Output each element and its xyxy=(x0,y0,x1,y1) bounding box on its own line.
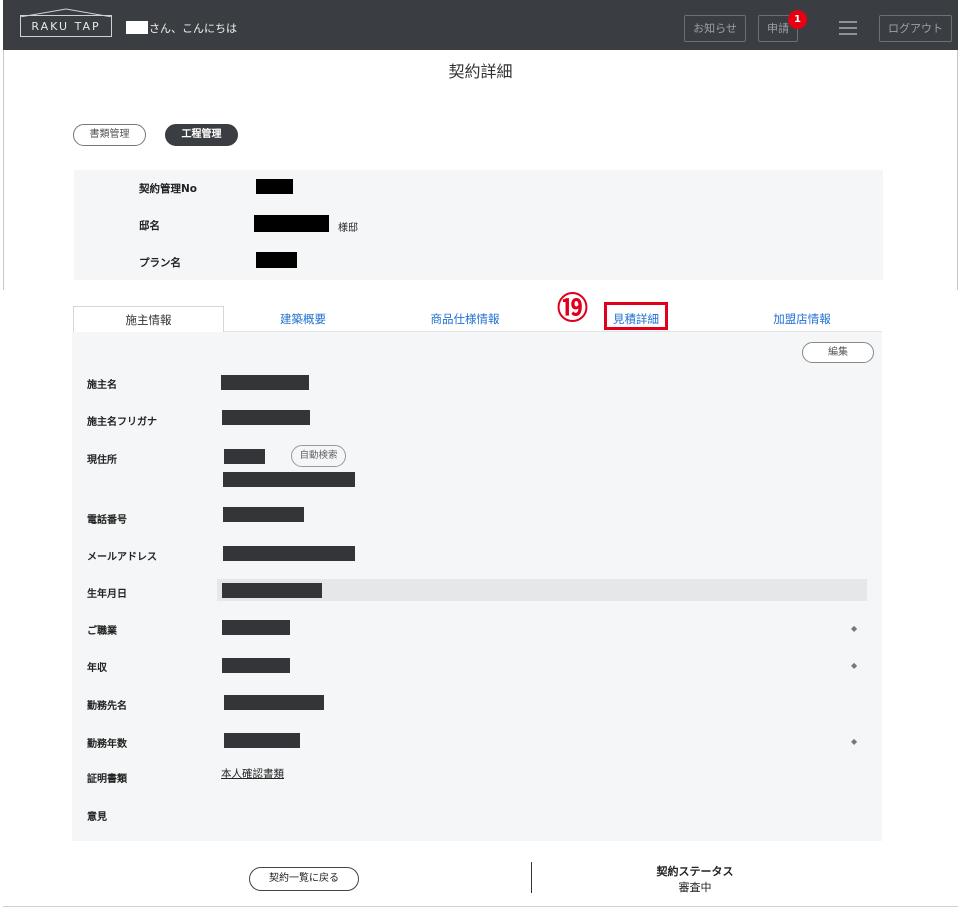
annotation-number: ⑲ xyxy=(557,291,588,327)
plan-name-label: プラン名 xyxy=(139,257,181,269)
tab-member-store[interactable]: 加盟店情報 xyxy=(727,306,877,332)
redacted-annual-income[interactable] xyxy=(222,658,290,673)
field-label: 生年月日 xyxy=(87,589,127,600)
select-arrow-icon[interactable]: ◆ xyxy=(851,661,857,670)
field-label: ご職業 xyxy=(87,626,117,637)
contract-status-value: 審査中 xyxy=(678,881,712,894)
greeting-text: さん、こんにちは xyxy=(149,22,237,35)
redacted-owner-name xyxy=(221,375,309,390)
redacted-user-name xyxy=(126,21,148,34)
documents-management-button[interactable]: 書類管理 xyxy=(73,124,146,146)
id-document-link[interactable]: 本人確認書類 xyxy=(221,766,284,781)
redacted-email xyxy=(223,546,355,561)
redacted-postal-code xyxy=(224,449,265,464)
redacted-house-name xyxy=(254,215,329,232)
redacted-employer xyxy=(224,695,324,710)
redacted-address xyxy=(223,472,355,487)
house-name-label: 邸名 xyxy=(139,220,160,232)
redacted-phone xyxy=(223,507,304,522)
field-label: 勤務年数 xyxy=(87,739,127,750)
contract-summary: 契約管理No 邸名 様邸 プラン名 xyxy=(74,170,883,280)
field-label: 証明書類 xyxy=(87,774,127,785)
back-to-contract-list-button[interactable]: 契約一覧に戻る xyxy=(249,867,359,891)
field-label: 施主名フリガナ xyxy=(87,417,157,428)
field-label: 意見 xyxy=(87,812,107,823)
field-label: メールアドレス xyxy=(87,552,157,563)
frame-border-bottom xyxy=(3,906,958,907)
tab-building-overview[interactable]: 建築概要 xyxy=(228,306,378,332)
field-label: 年収 xyxy=(87,663,107,674)
field-label: 施主名 xyxy=(87,380,117,391)
honorific-suffix: 様邸 xyxy=(338,223,358,234)
top-bar: RAKU TAP さん、こんにちは お知らせ 申請 ログアウト xyxy=(3,0,958,50)
redacted-owner-kana xyxy=(222,410,310,425)
hamburger-icon[interactable] xyxy=(839,21,857,35)
edit-button[interactable]: 編集 xyxy=(802,342,874,363)
logo-roof-icon xyxy=(20,8,112,17)
redacted-occupation[interactable] xyxy=(222,620,290,635)
redacted-years-employed[interactable] xyxy=(224,733,300,748)
tab-product-specs[interactable]: 商品仕様情報 xyxy=(390,306,540,332)
contract-status-title: 契約ステータス xyxy=(656,865,734,878)
apply-badge: 1 xyxy=(788,10,807,29)
process-management-button[interactable]: 工程管理 xyxy=(165,124,238,146)
frame-border-left xyxy=(3,50,4,290)
redacted-contract-no xyxy=(256,179,293,194)
field-label: 現住所 xyxy=(87,455,117,466)
select-arrow-icon[interactable]: ◆ xyxy=(851,737,857,746)
raku-tap-logo[interactable]: RAKU TAP xyxy=(20,8,112,37)
field-label: 勤務先名 xyxy=(87,701,127,712)
field-label: 電話番号 xyxy=(87,515,127,526)
logo-text: RAKU TAP xyxy=(31,20,101,33)
contract-no-label: 契約管理No xyxy=(139,183,198,195)
frame-border-right xyxy=(957,50,958,290)
owner-info-panel: 編集 施主名 施主名フリガナ 現住所 自動検索 電話番号 メールアドレス 生年月… xyxy=(72,332,882,841)
redacted-birthdate xyxy=(222,583,322,598)
auto-search-button[interactable]: 自動検索 xyxy=(291,445,346,467)
redacted-plan-name xyxy=(256,252,297,268)
logout-button[interactable]: ログアウト xyxy=(879,15,952,42)
page-title: 契約詳細 xyxy=(448,62,513,81)
tab-owner-info[interactable]: 施主情報 xyxy=(73,306,224,332)
select-arrow-icon[interactable]: ◆ xyxy=(851,624,857,633)
annotation-highlight-box xyxy=(604,302,668,330)
footer-divider xyxy=(531,862,532,893)
notice-button[interactable]: お知らせ xyxy=(684,15,746,42)
